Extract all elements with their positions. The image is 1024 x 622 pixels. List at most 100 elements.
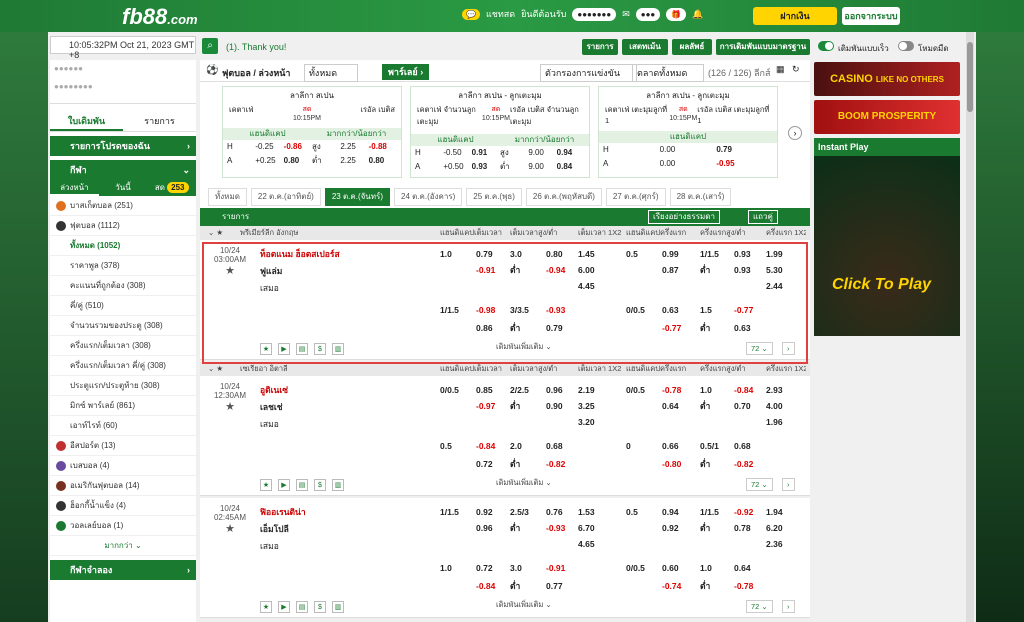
sidebar-item[interactable]: เบสบอล (4) bbox=[50, 456, 196, 476]
date-tab[interactable]: ทั้งหมด bbox=[208, 188, 247, 206]
odds-cell[interactable]: ต่ำ bbox=[510, 262, 520, 278]
featured-card[interactable]: ลาลีกา สเปน - ลูกเตะมุม เคตาเฟ่ เตะมุมลู… bbox=[598, 86, 778, 178]
play-icon[interactable]: ▶ bbox=[278, 479, 290, 491]
odds-cell[interactable]: 1.99 bbox=[766, 246, 783, 262]
odds-cell[interactable]: 2/2.5 bbox=[510, 382, 529, 398]
sidebar-subitem[interactable]: ราคาพูล (378) bbox=[50, 256, 196, 276]
promo-banner[interactable]: BOOM PROSPERITY bbox=[814, 100, 960, 134]
odds-cell[interactable]: 5.30 bbox=[766, 262, 783, 278]
results2-button[interactable]: ผลลัพธ์ bbox=[672, 39, 712, 55]
odds-cell[interactable]: -0.84 bbox=[476, 438, 495, 454]
bet-mode-dropdown[interactable]: การเดิมพันแบบมาตรฐาน bbox=[716, 39, 810, 55]
more-bets-button[interactable]: เดิมพันเพิ่มเติม ⌄ bbox=[496, 599, 552, 611]
odds-cell[interactable]: 0.5/1 bbox=[700, 438, 719, 454]
odds-cell[interactable]: 4.00 bbox=[766, 398, 783, 414]
odds-cell[interactable]: -0.98 bbox=[476, 302, 495, 318]
chart-icon[interactable]: ▥ bbox=[332, 601, 344, 613]
odds-cell[interactable]: -0.91 bbox=[546, 560, 565, 576]
more-bets-button[interactable]: เดิมพันเพิ่มเติม ⌄ bbox=[496, 477, 552, 489]
odds-cell[interactable]: 0.80 bbox=[546, 246, 563, 262]
instant-play-game[interactable]: Click To Play bbox=[814, 156, 960, 336]
odds-cell[interactable]: 1.0 bbox=[440, 560, 452, 576]
odds-cell[interactable]: -0.78 bbox=[662, 382, 681, 398]
odds-cell[interactable]: -0.84 bbox=[734, 382, 753, 398]
odds-cell[interactable]: 0.78 bbox=[734, 520, 751, 536]
odds-cell[interactable]: 0/0.5 bbox=[626, 382, 645, 398]
odds-cell[interactable]: 0.87 bbox=[662, 262, 679, 278]
more-bets-button[interactable]: เดิมพันเพิ่มเติม ⌄ bbox=[496, 341, 552, 353]
odds-cell[interactable]: 3.0 bbox=[510, 560, 522, 576]
star-icon[interactable]: ★ bbox=[260, 601, 272, 613]
odds-cell[interactable]: 0.60 bbox=[662, 560, 679, 576]
odds-cell[interactable]: 2.19 bbox=[578, 382, 595, 398]
odds-cell[interactable]: 2.5/3 bbox=[510, 504, 529, 520]
virtual-sports-header[interactable]: กีฬาจำลอง › bbox=[50, 560, 196, 580]
odds-cell[interactable]: 0.64 bbox=[734, 560, 751, 576]
sidebar-subitem[interactable]: มิกซ์ พาร์เลย์ (861) bbox=[50, 396, 196, 416]
odds-cell[interactable]: -0.93 bbox=[546, 520, 565, 536]
odds-cell[interactable]: -0.77 bbox=[662, 320, 681, 336]
odds-cell[interactable]: 0.93 bbox=[734, 262, 751, 278]
market-count[interactable]: 72 ⌄ bbox=[746, 342, 773, 355]
sidebar-subitem[interactable]: ทั้งหมด (1052) bbox=[50, 236, 196, 256]
odds-cell[interactable]: ต่ำ bbox=[510, 520, 520, 536]
odds-cell[interactable]: 0.96 bbox=[476, 520, 493, 536]
date-tab[interactable]: 24 ต.ค.(อังคาร) bbox=[394, 188, 463, 206]
odds-cell[interactable]: 0.86 bbox=[476, 320, 493, 336]
odds-cell[interactable]: 1.0 bbox=[700, 560, 712, 576]
quick-bet-toggle[interactable] bbox=[818, 41, 834, 51]
date-tab[interactable]: 25 ต.ค.(พุธ) bbox=[466, 188, 522, 206]
odds-cell[interactable]: ต่ำ bbox=[510, 398, 520, 414]
odds-cell[interactable]: 0.76 bbox=[546, 504, 563, 520]
odds-cell[interactable]: 0 bbox=[626, 438, 631, 454]
odds-cell[interactable]: 0.85 bbox=[476, 382, 493, 398]
promo-icon[interactable]: 🎁 bbox=[666, 7, 687, 21]
odds-cell[interactable]: ต่ำ bbox=[700, 398, 710, 414]
sidebar-subitem[interactable]: ครึ่งแรก/เต็มเวลา (308) bbox=[50, 336, 196, 356]
sidebar-subitem[interactable]: จำนวนรวมของประตู (308) bbox=[50, 316, 196, 336]
odds-cell[interactable]: 0.92 bbox=[662, 520, 679, 536]
odds-cell[interactable]: 1/1.5 bbox=[700, 504, 719, 520]
odds-cell[interactable]: 2.36 bbox=[766, 536, 783, 552]
odds-cell[interactable]: 0.93 bbox=[734, 246, 751, 262]
league-filter[interactable]: ตัวกรองการแข่งขัน bbox=[540, 64, 637, 82]
market-select[interactable]: ตลาดทั้งหมด bbox=[632, 64, 705, 82]
odds-cell[interactable]: 1.53 bbox=[578, 504, 595, 520]
odds-cell[interactable]: 4.65 bbox=[578, 536, 595, 552]
odds-cell[interactable]: 0/0.5 bbox=[626, 302, 645, 318]
chart-icon[interactable]: ▥ bbox=[332, 479, 344, 491]
odds-cell[interactable]: ต่ำ bbox=[700, 320, 710, 336]
search-icon[interactable]: ⌕ bbox=[202, 38, 218, 54]
odds-cell[interactable]: 1.0 bbox=[700, 382, 712, 398]
odds-cell[interactable]: 0/0.5 bbox=[440, 382, 459, 398]
odds-cell[interactable]: -0.77 bbox=[734, 302, 753, 318]
sidebar-subitem[interactable]: คะแนนที่ถูกต้อง (308) bbox=[50, 276, 196, 296]
star-icon[interactable]: ★ bbox=[260, 479, 272, 491]
results-button[interactable]: รายการ bbox=[582, 39, 618, 55]
stats-icon[interactable]: ▤ bbox=[296, 601, 308, 613]
sort-dropdown[interactable]: เรียงอย่างธรรมดา bbox=[648, 210, 720, 224]
chart-icon[interactable]: ▥ bbox=[332, 343, 344, 355]
subtab-early[interactable]: ล่วงหน้า bbox=[50, 180, 99, 196]
odds-cell[interactable]: 0.96 bbox=[546, 382, 563, 398]
odds-cell[interactable]: 3.25 bbox=[578, 398, 595, 414]
sidebar-item-basketball[interactable]: บาสเก็ตบอล (251) bbox=[50, 196, 196, 216]
odds-cell[interactable]: 0.90 bbox=[546, 398, 563, 414]
odds-cell[interactable]: 4.45 bbox=[578, 278, 595, 294]
sidebar-item[interactable]: ฮ็อกกี้น้ำแข็ง (4) bbox=[50, 496, 196, 516]
odds-cell[interactable]: -0.82 bbox=[546, 456, 565, 472]
odds-cell[interactable]: -0.84 bbox=[476, 578, 495, 594]
odds-cell[interactable]: 0.94 bbox=[662, 504, 679, 520]
date-tab[interactable]: 27 ต.ค.(ศุกร์) bbox=[605, 188, 666, 206]
odds-cell[interactable]: 0.63 bbox=[734, 320, 751, 336]
odds-cell[interactable]: 0.66 bbox=[662, 438, 679, 454]
dark-mode-toggle[interactable] bbox=[898, 41, 914, 51]
filter-select[interactable]: ทั้งหมด bbox=[304, 64, 359, 82]
dollar-icon[interactable]: $ bbox=[314, 343, 326, 355]
odds-cell[interactable]: -0.82 bbox=[734, 456, 753, 472]
market-count[interactable]: 72 ⌄ bbox=[746, 600, 773, 613]
expand-arrow-icon[interactable]: › bbox=[782, 342, 795, 355]
odds-cell[interactable]: ต่ำ bbox=[700, 578, 710, 594]
odds-cell[interactable]: 0.92 bbox=[476, 504, 493, 520]
notification-icon[interactable]: 🔔 bbox=[692, 9, 703, 20]
